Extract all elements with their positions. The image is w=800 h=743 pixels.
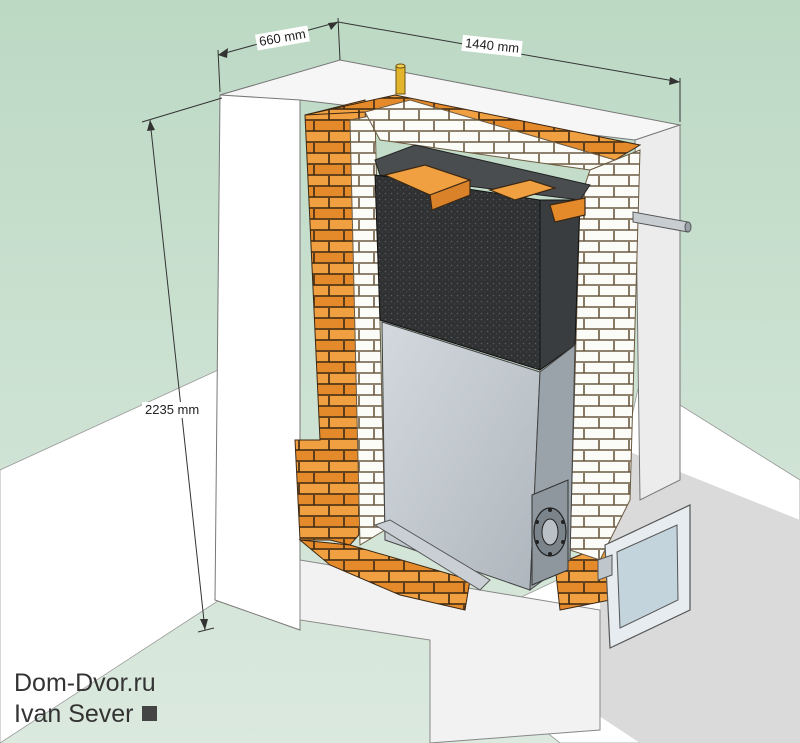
casing-right-wall [634,124,681,501]
insulation-side [539,199,581,371]
watermark-author: Ivan Sever [14,700,134,728]
stove-cutaway-diagram [0,0,800,743]
chimney-pipe-icon [395,63,406,95]
watermark-site: Dom-Dvor.ru [14,669,156,697]
square-icon [141,706,157,721]
watermark-author-line: Ivan Sever [14,699,157,730]
casing-left-wall [214,71,301,631]
watermark: Dom-Dvor.ru Ivan Sever [14,668,157,730]
firebox-door-icon [531,479,569,586]
height-dimension-label: 2235 mm [142,402,203,418]
